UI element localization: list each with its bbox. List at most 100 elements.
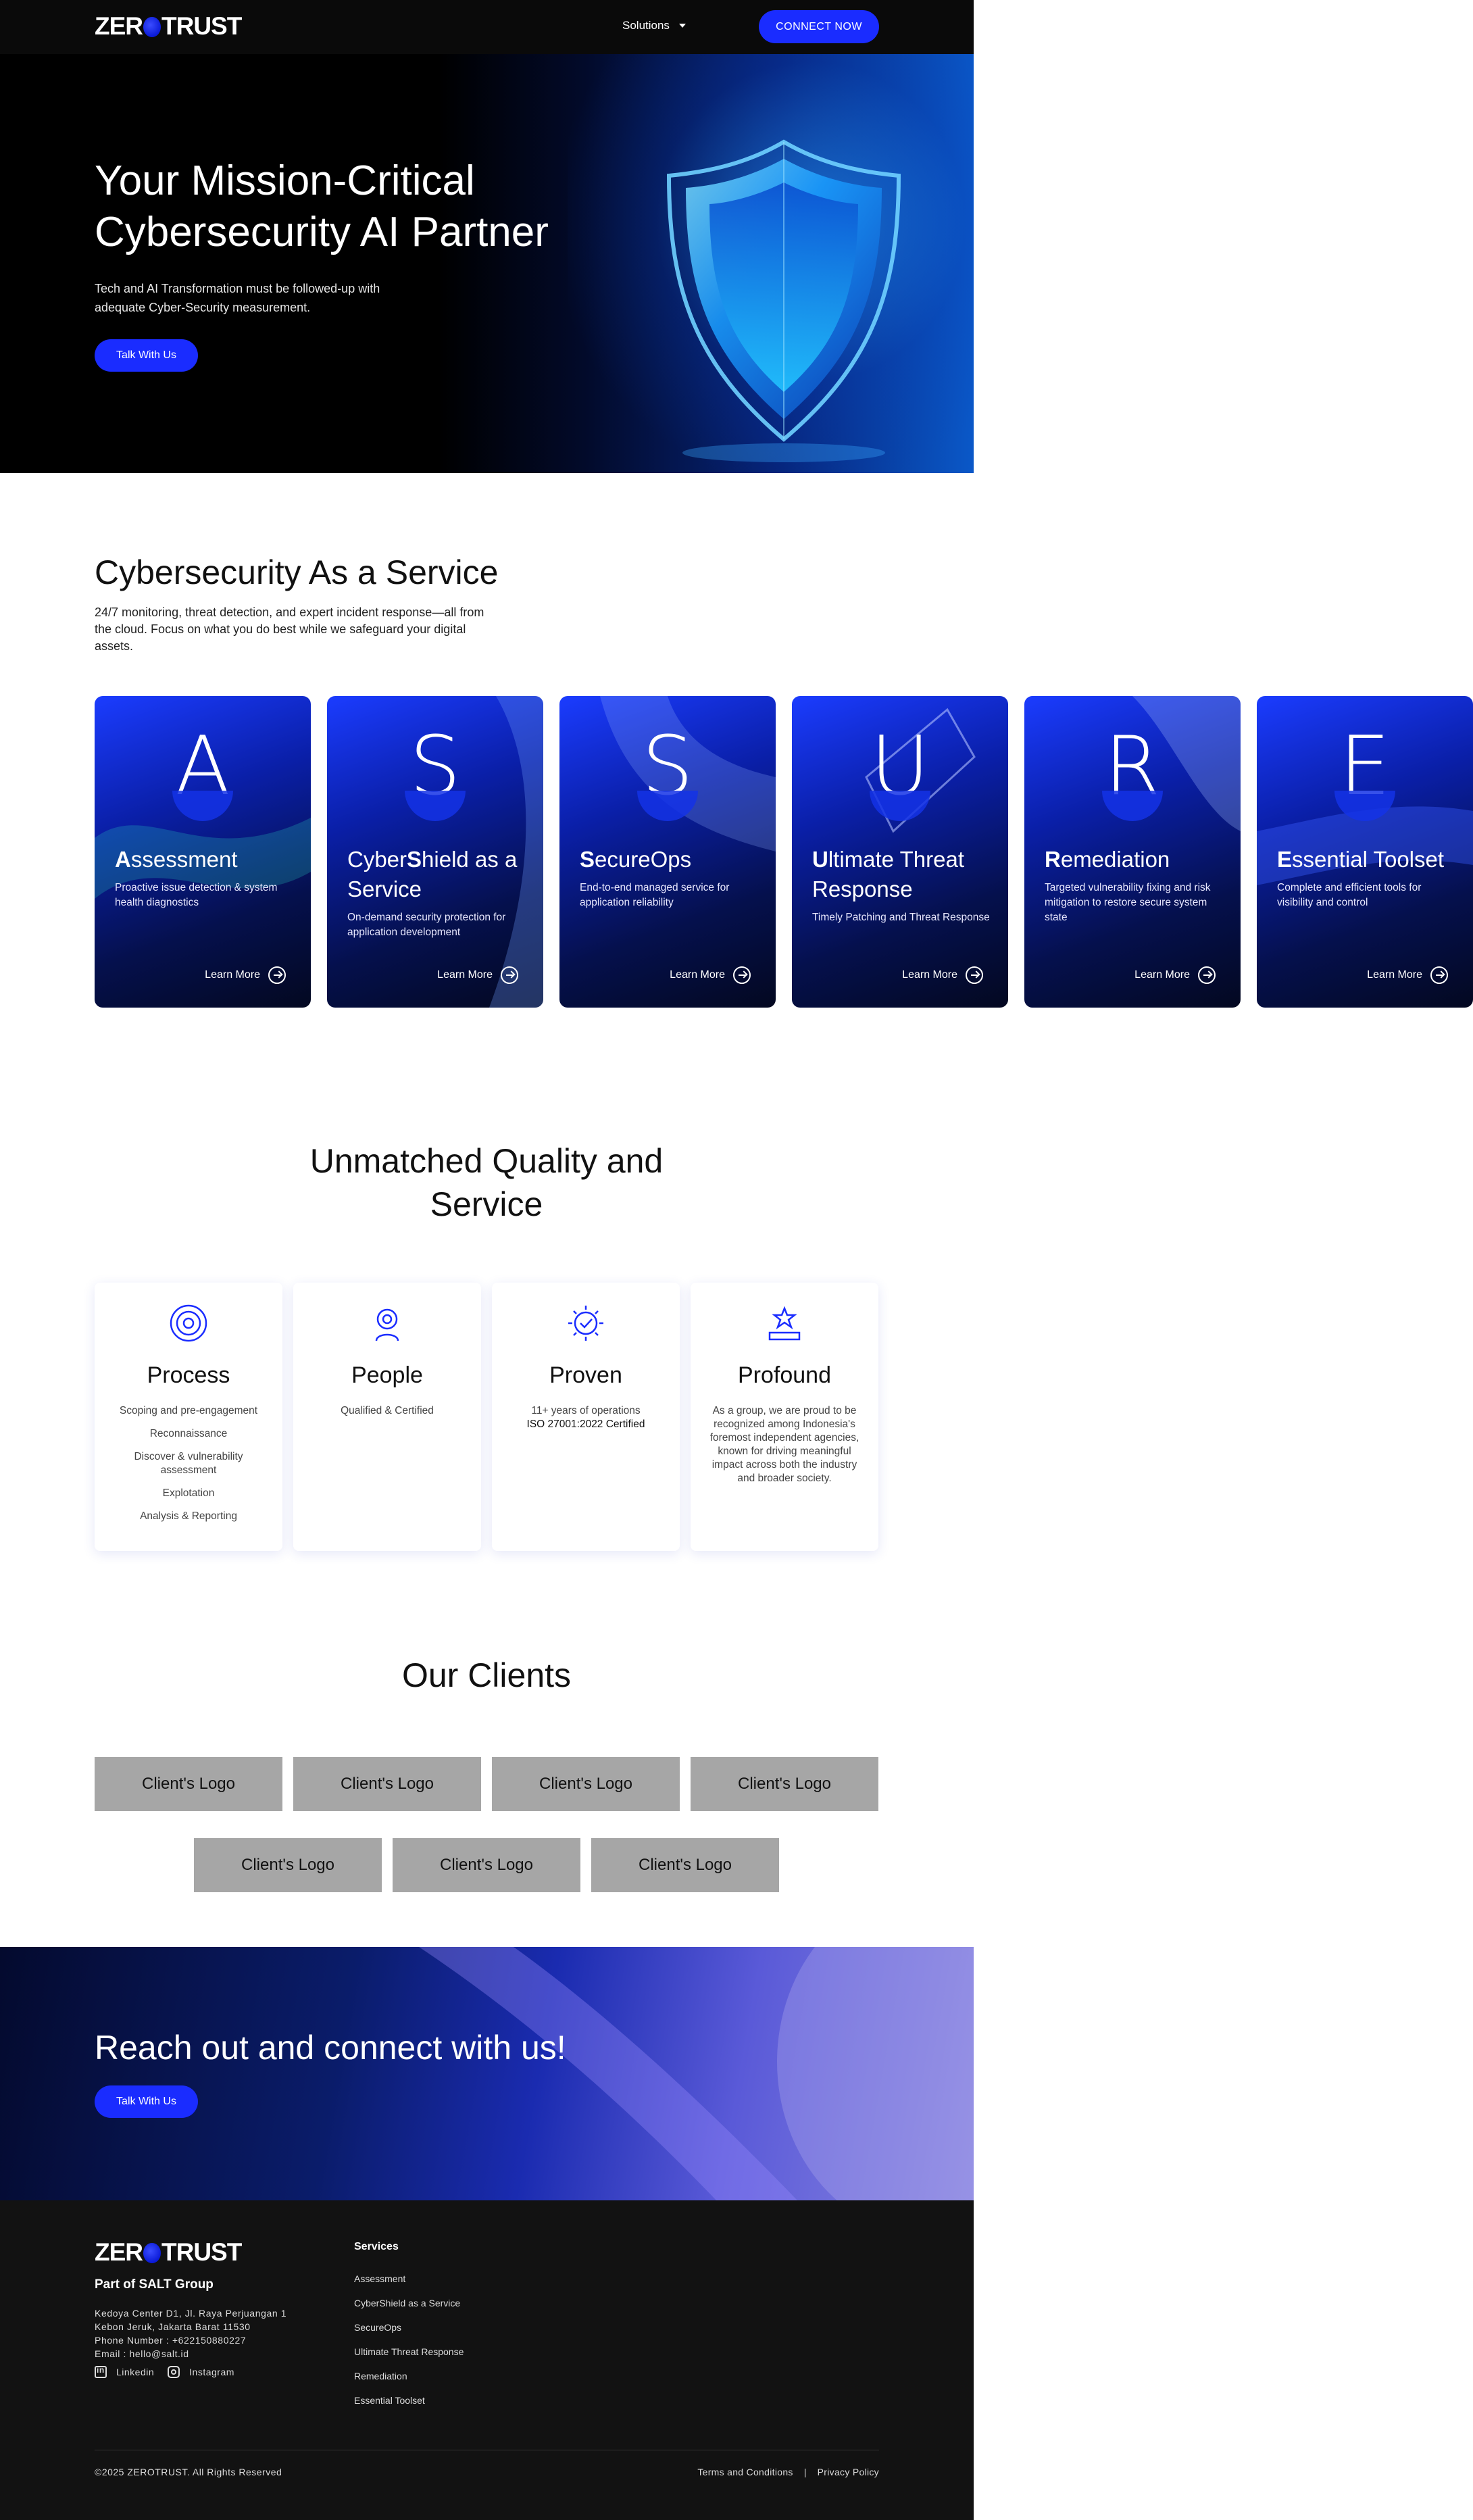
hero-title: Your Mission-Critical Cybersecurity AI P… — [95, 157, 549, 255]
footer-service-link[interactable]: Remediation — [354, 2371, 464, 2395]
privacy-link[interactable]: Privacy Policy — [818, 2467, 879, 2477]
quality-card-profound: Profound As a group, we are proud to be … — [691, 1283, 878, 1551]
linkedin-link[interactable]: Linkedin — [116, 2367, 154, 2377]
learn-more-label: Learn More — [437, 969, 493, 981]
footer-service-link[interactable]: Assessment — [354, 2273, 464, 2298]
footer-email: Email : hello@salt.id — [95, 2348, 189, 2359]
card-title-initial: S — [580, 847, 595, 872]
quality-card-title: Process — [147, 1362, 230, 1388]
caas-title: Cybersecurity As a Service — [95, 553, 499, 591]
quality-title: Unmatched Quality and Service — [309, 1142, 664, 1223]
quality-card-lines: Qualified & Certified — [308, 1404, 466, 1427]
quality-line: ISO 27001:2022 Certified — [526, 1418, 645, 1430]
quality-card-title: Proven — [549, 1362, 622, 1388]
footer-legal-links: Terms and Conditions | Privacy Policy — [697, 2467, 879, 2477]
client-logo: Client's Logo — [492, 1757, 680, 1811]
card-desc: End-to-end managed service for applicati… — [580, 882, 730, 908]
card-desc: On-demand security protection for applic… — [347, 912, 506, 938]
card-desc: Targeted vulnerability fixing and risk m… — [1045, 882, 1211, 923]
footer-service-link[interactable]: Ultimate Threat Response — [354, 2346, 464, 2371]
service-card-cybershield[interactable]: S CyberShield as a Service On-demand sec… — [327, 696, 543, 1008]
footer-service-link[interactable]: CyberShield as a Service — [354, 2298, 464, 2322]
arrow-right-circle-icon — [268, 966, 286, 984]
quality-card-text: As a group, we are proud to be recognize… — [709, 1405, 859, 1484]
terms-link[interactable]: Terms and Conditions — [697, 2467, 793, 2477]
card-desc: Complete and efficient tools for visibil… — [1277, 882, 1422, 908]
quality-line: Discover & vulnerability assessment — [134, 1451, 243, 1476]
logo-text-end: TRUST — [161, 12, 242, 40]
logo-text-start: ZER — [95, 12, 143, 40]
client-logo: Client's Logo — [393, 1838, 580, 1892]
quality-card-proven: Proven 11+ years of operations ISO 27001… — [492, 1283, 680, 1551]
chevron-down-icon — [678, 24, 686, 28]
learn-more-link[interactable]: Learn More — [437, 966, 518, 984]
footer-service-link[interactable]: Essential Toolset — [354, 2395, 464, 2419]
service-card-remediation[interactable]: R Remediation Targeted vulnerability fix… — [1024, 696, 1241, 1008]
linkedin-icon[interactable] — [95, 2365, 107, 2378]
logo-o-icon — [143, 17, 161, 37]
instagram-link[interactable]: Instagram — [189, 2367, 234, 2377]
card-title-initial: E — [1277, 847, 1293, 872]
solutions-dropdown[interactable]: Solutions — [622, 19, 686, 32]
client-logo: Client's Logo — [293, 1757, 481, 1811]
address-line: Kedoya Center D1, Jl. Raya Perjuangan 1 — [95, 2308, 287, 2319]
quality-line: Scoping and pre-engagement — [119, 1405, 258, 1416]
people-icon — [375, 1308, 399, 1341]
learn-more-link[interactable]: Learn More — [902, 966, 983, 984]
client-logo: Client's Logo — [95, 1757, 282, 1811]
solutions-label: Solutions — [622, 19, 670, 32]
instagram-icon[interactable] — [168, 2366, 180, 2378]
quality-card-title: People — [351, 1362, 423, 1388]
shield-icon — [666, 139, 901, 462]
address-line: Kebon Jeruk, Jakarta Barat 11530 — [95, 2321, 251, 2332]
hero-subtitle: Tech and AI Transformation must be follo… — [95, 282, 380, 314]
footer-services-list: Assessment CyberShield as a Service Secu… — [354, 2273, 464, 2419]
hero-section: Your Mission-Critical Cybersecurity AI P… — [0, 54, 974, 473]
footer-service-link[interactable]: SecureOps — [354, 2322, 464, 2346]
client-logo: Client's Logo — [591, 1838, 779, 1892]
footer-group: Part of SALT Group — [95, 2277, 214, 2292]
footer-social: Linkedin Instagram — [95, 2365, 234, 2378]
cta-wave-art — [419, 1947, 974, 2200]
arrow-right-circle-icon — [501, 966, 518, 984]
page: ZER TRUST Solutions CONNECT NOW Your Mis… — [0, 0, 1473, 2520]
quality-line: Explotation — [162, 1487, 215, 1499]
learn-more-label: Learn More — [902, 969, 957, 981]
quality-card-people: People Qualified & Certified — [293, 1283, 481, 1551]
card-title-rest: ltimate Threat Response — [812, 847, 964, 901]
service-card-essential-toolset[interactable]: E Essential Toolset Complete and efficie… — [1257, 696, 1473, 1008]
learn-more-label: Learn More — [205, 969, 260, 981]
cta-title: Reach out and connect with us! — [95, 2029, 566, 2067]
footer-logo[interactable]: ZER TRUST — [95, 2238, 242, 2267]
service-card-secureops[interactable]: S SecureOps End-to-end managed service f… — [559, 696, 776, 1008]
card-title: Remediation — [1045, 845, 1230, 874]
process-icon — [170, 1304, 207, 1342]
service-card-assessment[interactable]: A Assessment Proactive issue detection &… — [95, 696, 311, 1008]
card-title-initial: R — [1045, 847, 1061, 872]
zerotrust-logo[interactable]: ZER TRUST — [95, 12, 242, 41]
card-title: Essential Toolset — [1277, 845, 1463, 874]
cta-section: Reach out and connect with us! Talk With… — [0, 1947, 974, 2200]
connect-now-button[interactable]: CONNECT NOW — [759, 10, 879, 43]
proven-icon — [568, 1306, 603, 1341]
learn-more-link[interactable]: Learn More — [1367, 966, 1448, 984]
logo-text-start: ZER — [95, 2238, 143, 2266]
learn-more-link[interactable]: Learn More — [670, 966, 751, 984]
quality-line: 11+ years of operations — [531, 1405, 641, 1416]
learn-more-label: Learn More — [1134, 969, 1190, 981]
card-desc: Timely Patching and Threat Response — [812, 912, 990, 923]
service-card-ultimate-threat[interactable]: U Ultimate Threat Response Timely Patchi… — [792, 696, 1008, 1008]
card-title-initial: S — [407, 847, 422, 872]
footer: ZER TRUST Part of SALT Group Kedoya Cente… — [0, 2200, 974, 2520]
cta-talk-button[interactable]: Talk With Us — [95, 2085, 198, 2118]
quality-card-lines: 11+ years of operations ISO 27001:2022 C… — [507, 1404, 665, 1431]
card-title: SecureOps — [580, 845, 766, 874]
learn-more-link[interactable]: Learn More — [1134, 966, 1216, 984]
quality-card-lines: Scoping and pre-engagement Reconnaissanc… — [109, 1404, 268, 1533]
clients-title: Our Clients — [401, 1656, 572, 1694]
card-title-initial: A — [115, 847, 131, 872]
card-title: Ultimate Threat Response — [812, 845, 998, 904]
hero-talk-button[interactable]: Talk With Us — [95, 339, 198, 372]
learn-more-link[interactable]: Learn More — [205, 966, 286, 984]
card-title-initial: U — [812, 847, 828, 872]
